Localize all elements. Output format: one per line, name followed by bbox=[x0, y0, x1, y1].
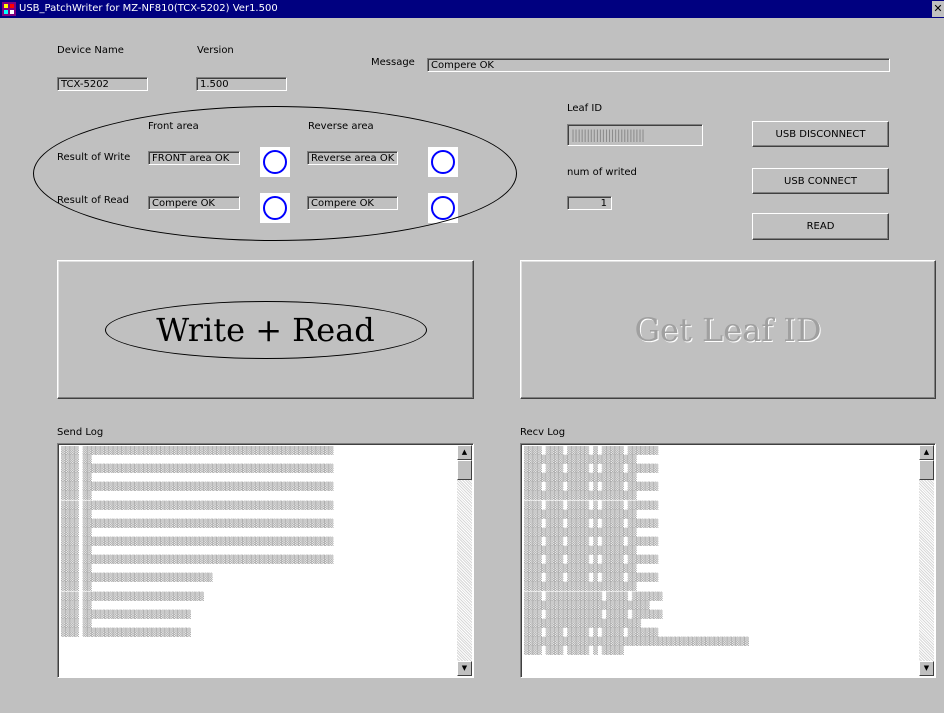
recv-log-content: ▒▒▒▒ ▒▒▒▒ ▒▒▒▒▒ ▒ ▒▒▒▒▒ ▒▒▒▒▒▒▒ ▒▒▒▒▒▒▒▒… bbox=[524, 446, 749, 656]
scroll-up-icon[interactable]: ▲ bbox=[919, 445, 934, 460]
recv-log-scrollbar[interactable]: ▲ ▼ bbox=[919, 445, 934, 676]
write-result-label: Result of Write bbox=[57, 152, 131, 163]
send-log-label: Send Log bbox=[57, 427, 104, 438]
title-bar: USB_PatchWriter for MZ-NF810(TCX-5202) V… bbox=[0, 0, 944, 18]
read-reverse-indicator bbox=[428, 193, 458, 223]
scroll-thumb[interactable] bbox=[919, 460, 934, 480]
send-log-content: ▒▒▒▒ ▒▒▒▒▒▒▒▒▒▒▒▒▒▒▒▒▒▒▒▒▒▒▒▒▒▒▒▒▒▒▒▒▒▒▒… bbox=[61, 446, 333, 637]
read-reverse-field[interactable]: Compere OK bbox=[307, 196, 398, 210]
write-front-field[interactable]: FRONT area OK bbox=[148, 151, 240, 165]
read-front-indicator bbox=[260, 193, 290, 223]
write-reverse-field[interactable]: Reverse area OK bbox=[307, 151, 398, 165]
leaf-id-field[interactable]: |||||||||||||||||||||||| bbox=[567, 124, 703, 146]
circle-icon bbox=[263, 150, 287, 174]
message-label: Message bbox=[371, 57, 415, 68]
version-field[interactable]: 1.500 bbox=[196, 77, 287, 91]
write-front-indicator bbox=[260, 147, 290, 177]
write-count-field[interactable]: 1 bbox=[567, 196, 612, 210]
message-field[interactable]: Compere OK bbox=[427, 58, 890, 72]
scroll-down-icon[interactable]: ▼ bbox=[457, 661, 472, 676]
usb-disconnect-button[interactable]: USB DISCONNECT bbox=[752, 121, 889, 147]
device-name-field[interactable]: TCX-5202 bbox=[57, 77, 148, 91]
write-count-label: num of writed bbox=[567, 167, 637, 178]
usb-connect-button[interactable]: USB CONNECT bbox=[752, 168, 889, 194]
front-area-label: Front area bbox=[148, 121, 199, 132]
scroll-thumb[interactable] bbox=[457, 460, 472, 480]
device-name-label: Device Name bbox=[57, 45, 124, 56]
leaf-id-label: Leaf ID bbox=[567, 103, 603, 114]
send-log-box[interactable]: ▒▒▒▒ ▒▒▒▒▒▒▒▒▒▒▒▒▒▒▒▒▒▒▒▒▒▒▒▒▒▒▒▒▒▒▒▒▒▒▒… bbox=[57, 443, 474, 678]
scroll-down-icon[interactable]: ▼ bbox=[919, 661, 934, 676]
reverse-area-label: Reverse area bbox=[308, 121, 374, 132]
recv-log-label: Recv Log bbox=[520, 427, 566, 438]
write-read-button[interactable]: Write + Read bbox=[57, 260, 474, 399]
send-log-scrollbar[interactable]: ▲ ▼ bbox=[457, 445, 472, 676]
close-icon[interactable]: ✕ bbox=[932, 1, 944, 17]
read-button[interactable]: READ bbox=[752, 213, 889, 240]
version-label: Version bbox=[197, 45, 234, 56]
read-front-field[interactable]: Compere OK bbox=[148, 196, 240, 210]
get-leaf-id-button[interactable]: Get Leaf ID bbox=[520, 260, 936, 399]
read-result-label: Result of Read bbox=[57, 195, 130, 206]
circle-icon bbox=[431, 150, 455, 174]
app-icon bbox=[2, 2, 16, 16]
circle-icon bbox=[263, 196, 287, 220]
scroll-up-icon[interactable]: ▲ bbox=[457, 445, 472, 460]
window-title: USB_PatchWriter for MZ-NF810(TCX-5202) V… bbox=[19, 3, 278, 14]
circle-icon bbox=[431, 196, 455, 220]
recv-log-box[interactable]: ▒▒▒▒ ▒▒▒▒ ▒▒▒▒▒ ▒ ▒▒▒▒▒ ▒▒▒▒▒▒▒ ▒▒▒▒▒▒▒▒… bbox=[520, 443, 936, 678]
write-reverse-indicator bbox=[428, 147, 458, 177]
